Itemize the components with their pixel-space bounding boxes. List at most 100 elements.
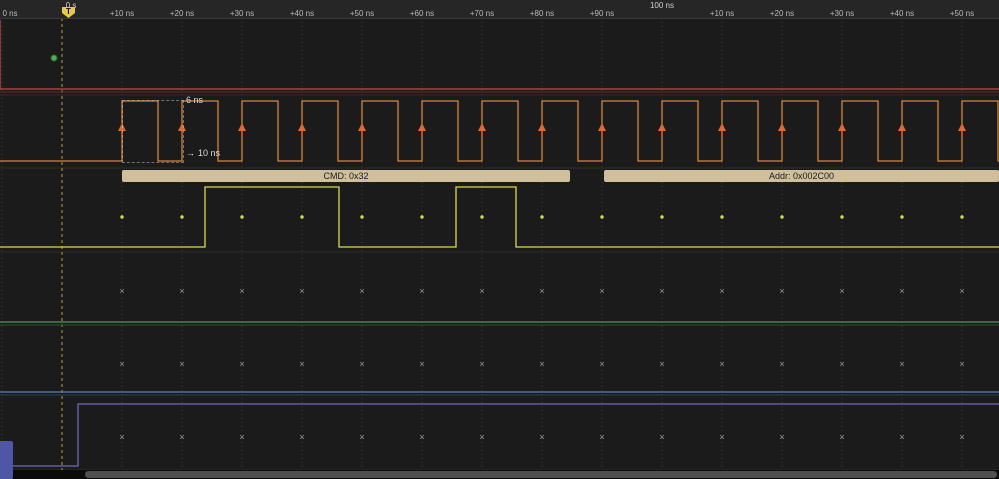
- measurement-selection-box: [122, 100, 184, 163]
- sample-dot: [120, 215, 124, 219]
- no-data-x-mark: ×: [779, 286, 784, 296]
- bottom-scroll-area: [0, 470, 999, 479]
- rising-edge-arrow-icon: [598, 123, 606, 131]
- no-data-x-mark: ×: [659, 286, 664, 296]
- timeline-ruler[interactable]: 0 s 100 ns 0 ns +10 ns +20 ns +30 ns +40 ns +50…: [0, 0, 999, 19]
- no-data-x-mark: ×: [359, 432, 364, 442]
- sample-dot: [720, 215, 724, 219]
- no-data-x-mark: ×: [959, 432, 964, 442]
- waveform-canvas[interactable]: × × × × × × × × × × × × × × × × × × × × × × × × × × × × × × × × × × × × × × × ×…: [0, 0, 999, 479]
- time-label-minor: +30 ns: [829, 9, 855, 18]
- sample-dot: [660, 215, 664, 219]
- sample-dot: [480, 215, 484, 219]
- trigger-flag-label: T: [66, 7, 71, 16]
- channel-5-trace: [0, 403, 999, 467]
- rising-edge-arrow-icon: [838, 123, 846, 131]
- no-data-x-mark: ×: [659, 432, 664, 442]
- rising-edge-arrow-icon: [898, 123, 906, 131]
- no-data-x-mark: ×: [299, 286, 304, 296]
- no-data-x-mark: ×: [839, 286, 844, 296]
- measure-arrow-icon: →: [186, 148, 195, 158]
- rising-edge-arrow-icon: [358, 123, 366, 131]
- no-data-x-mark: ×: [959, 286, 964, 296]
- no-data-x-mark: ×: [239, 359, 244, 369]
- no-data-x-mark: ×: [779, 359, 784, 369]
- time-label-minor: +60 ns: [409, 9, 435, 18]
- sample-dot: [240, 215, 244, 219]
- no-data-x-mark: ×: [599, 359, 604, 369]
- channel-color-chip[interactable]: [0, 441, 13, 479]
- no-data-x-mark: ×: [299, 359, 304, 369]
- no-data-x-mark: ×: [179, 286, 184, 296]
- green-marker-dot[interactable]: [50, 54, 58, 62]
- bus-annotation: CMD: 0x32: [122, 170, 570, 182]
- time-label-minor: +10 ns: [709, 9, 735, 18]
- no-data-x-mark: ×: [539, 286, 544, 296]
- no-data-x-mark: ×: [719, 286, 724, 296]
- no-data-x-mark: ×: [839, 359, 844, 369]
- rising-edge-arrow-icon: [238, 123, 246, 131]
- rising-edge-arrow-icon: [658, 123, 666, 131]
- time-label-minor: +10 ns: [109, 9, 135, 18]
- time-label-minor: +40 ns: [889, 9, 915, 18]
- sample-dot: [420, 215, 424, 219]
- time-label-minor: +80 ns: [529, 9, 555, 18]
- rising-edge-arrow-icon: [298, 123, 306, 131]
- no-data-x-mark: ×: [119, 359, 124, 369]
- sample-dot: [780, 215, 784, 219]
- rising-edge-arrow-icon: [718, 123, 726, 131]
- sample-dot: [360, 215, 364, 219]
- no-data-x-mark: ×: [779, 432, 784, 442]
- sample-dot: [540, 215, 544, 219]
- no-data-x-mark: ×: [239, 432, 244, 442]
- no-data-x-mark: ×: [659, 359, 664, 369]
- channel-0-trace: [0, 20, 999, 90]
- no-data-x-mark: ×: [899, 286, 904, 296]
- horizontal-scrollbar[interactable]: [85, 471, 997, 478]
- rising-edge-arrow-icon: [418, 123, 426, 131]
- no-data-x-mark: ×: [479, 286, 484, 296]
- time-label-minor: +50 ns: [349, 9, 375, 18]
- time-label-minor: 0 ns: [2, 9, 18, 18]
- time-label-minor: +70 ns: [469, 9, 495, 18]
- waveform-viewer: × × × × × × × × × × × × × × × × × × × × × × × × × × × × × × × × × × × × × × × ×…: [0, 0, 999, 479]
- no-data-x-mark: ×: [719, 432, 724, 442]
- rising-edge-arrow-icon: [778, 123, 786, 131]
- no-data-x-mark: ×: [899, 359, 904, 369]
- no-data-x-mark: ×: [419, 359, 424, 369]
- no-data-x-mark: ×: [239, 286, 244, 296]
- no-data-x-mark: ×: [179, 359, 184, 369]
- sample-dot: [180, 215, 184, 219]
- no-data-x-mark: ×: [599, 286, 604, 296]
- measurement-period-label: 10 ns: [198, 148, 221, 158]
- sample-dot: [840, 215, 844, 219]
- time-label-minor: +20 ns: [769, 9, 795, 18]
- time-label-minor: +50 ns: [949, 9, 975, 18]
- no-data-x-mark: ×: [599, 432, 604, 442]
- no-data-x-mark: ×: [359, 359, 364, 369]
- time-label-minor: +40 ns: [289, 9, 315, 18]
- sample-dot: [600, 215, 604, 219]
- no-data-x-mark: ×: [299, 432, 304, 442]
- no-data-x-mark: ×: [539, 432, 544, 442]
- sample-dot: [900, 215, 904, 219]
- no-data-x-mark: ×: [359, 286, 364, 296]
- time-label-minor: +30 ns: [229, 9, 255, 18]
- no-data-x-mark: ×: [119, 432, 124, 442]
- rising-edge-arrow-icon: [958, 123, 966, 131]
- bus-trace: [0, 186, 999, 248]
- time-label-minor: +90 ns: [589, 9, 615, 18]
- no-data-x-mark: ×: [719, 359, 724, 369]
- no-data-x-mark: ×: [419, 286, 424, 296]
- no-data-x-mark: ×: [119, 286, 124, 296]
- sample-dot: [960, 215, 964, 219]
- no-data-x-mark: ×: [479, 432, 484, 442]
- no-data-x-mark: ×: [179, 432, 184, 442]
- no-data-x-mark: ×: [479, 359, 484, 369]
- bus-annotation: Addr: 0x002C00: [604, 170, 999, 182]
- measurement-width-label: 6 ns: [186, 95, 204, 105]
- time-label-major: 100 ns: [649, 1, 675, 10]
- sample-dot: [300, 215, 304, 219]
- rising-edge-arrow-icon: [538, 123, 546, 131]
- no-data-x-mark: ×: [419, 432, 424, 442]
